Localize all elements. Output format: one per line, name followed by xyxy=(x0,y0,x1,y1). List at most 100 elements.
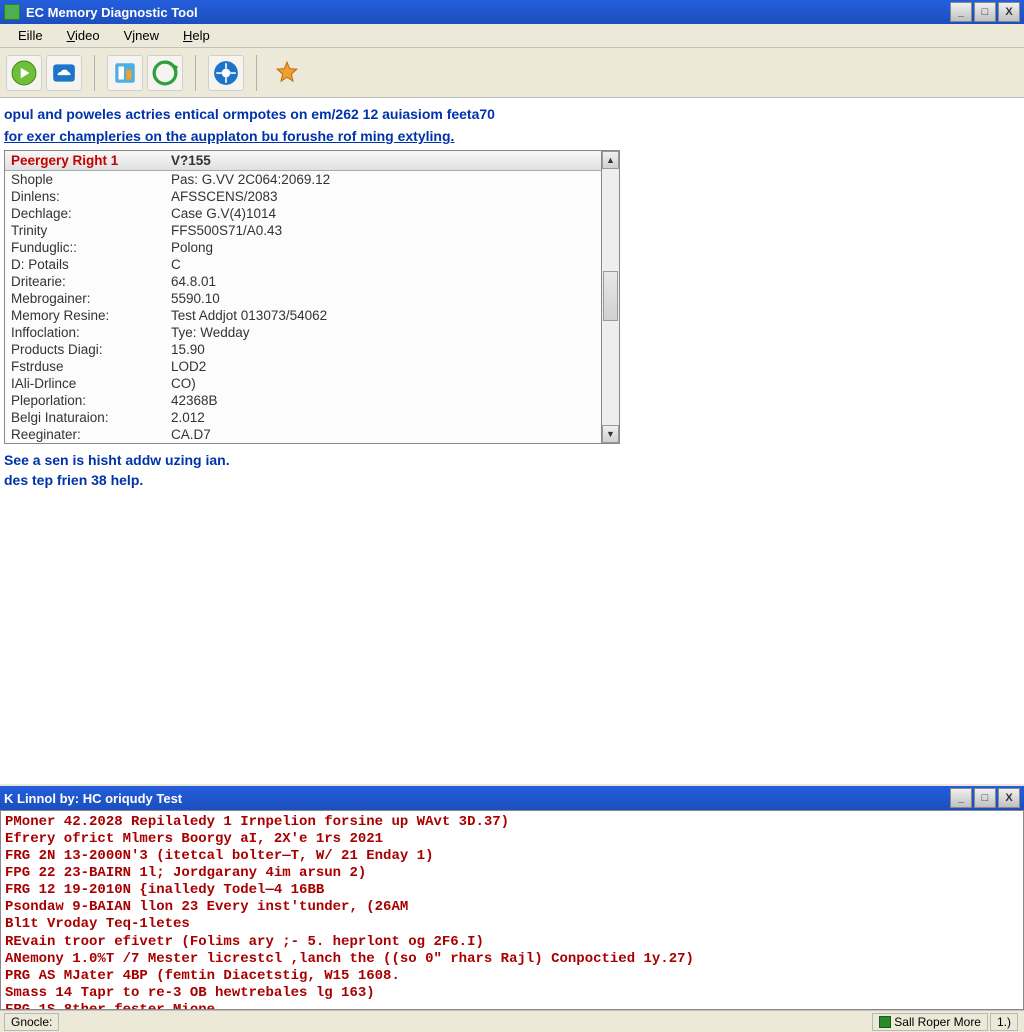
details-panel: Peergery Right 1 V?155 ShoplePas: G.VV 2… xyxy=(4,150,620,444)
detail-label: Mebrogainer: xyxy=(5,291,171,306)
details-scrollbar[interactable]: ▲ ▼ xyxy=(602,150,620,444)
detail-value: C xyxy=(171,257,601,272)
report-button[interactable] xyxy=(107,55,143,91)
details-row[interactable]: D: PotailsC xyxy=(5,256,601,273)
menu-view[interactable]: Vjnew xyxy=(112,26,171,45)
details-row[interactable]: Dinlens:AFSSCENS/2083 xyxy=(5,188,601,205)
details-row[interactable]: Funduglic::Polong xyxy=(5,239,601,256)
header-col1: Peergery Right 1 xyxy=(5,153,171,168)
detail-label: Reeginater: xyxy=(5,427,171,442)
menu-file[interactable]: Eille xyxy=(6,26,55,45)
detail-label: Fstrduse xyxy=(5,359,171,374)
window-controls: _ □ X xyxy=(950,2,1020,22)
detail-value: CO) xyxy=(171,376,601,391)
detail-label: D: Potails xyxy=(5,257,171,272)
detail-value: 64.8.01 xyxy=(171,274,601,289)
detail-label: Shople xyxy=(5,172,171,187)
details-row[interactable]: Dechlage:Case G.V(4)1014 xyxy=(5,205,601,222)
details-row[interactable]: Mebrogainer:5590.10 xyxy=(5,290,601,307)
console-titlebar: K Linnol by: HC oriqudy Test _ □ X xyxy=(0,786,1024,810)
menu-video[interactable]: Video xyxy=(55,26,112,45)
scan-button[interactable] xyxy=(208,55,244,91)
scroll-track[interactable] xyxy=(602,169,619,425)
detail-value: 2.012 xyxy=(171,410,601,425)
star-icon xyxy=(274,60,300,86)
detail-value: Tye: Wedday xyxy=(171,325,601,340)
note-line-2: des tep frien 38 help. xyxy=(4,472,1020,488)
details-row[interactable]: Reeginater:CA.D7 xyxy=(5,426,601,443)
detail-label: Dechlage: xyxy=(5,206,171,221)
header-col2: V?155 xyxy=(171,153,601,168)
close-button[interactable]: X xyxy=(998,2,1020,22)
detail-label: Pleporlation: xyxy=(5,393,171,408)
detail-label: Trinity xyxy=(5,223,171,238)
status-left: Gnocle: xyxy=(4,1013,59,1031)
maximize-button[interactable]: □ xyxy=(974,2,996,22)
details-row[interactable]: Products Diagi:15.90 xyxy=(5,341,601,358)
detail-label: Inffoclation: xyxy=(5,325,171,340)
detail-label: Dritearie: xyxy=(5,274,171,289)
app-icon xyxy=(4,4,20,20)
scroll-down-button[interactable]: ▼ xyxy=(602,425,619,443)
menubar: Eille Video Vjnew Help xyxy=(0,24,1024,48)
refresh-button[interactable] xyxy=(147,55,183,91)
main-titlebar: EC Memory Diagnostic Tool _ □ X xyxy=(0,0,1024,24)
toolbar xyxy=(0,48,1024,98)
detail-label: Belgi Inaturaion: xyxy=(5,410,171,425)
details-header[interactable]: Peergery Right 1 V?155 xyxy=(5,151,601,171)
favorite-button[interactable] xyxy=(269,55,305,91)
cloud-icon xyxy=(51,60,77,86)
detail-value: 42368B xyxy=(171,393,601,408)
detail-value: AFSSCENS/2083 xyxy=(171,189,601,204)
status-text: Sall Roper More xyxy=(894,1015,981,1029)
scroll-up-button[interactable]: ▲ xyxy=(602,151,619,169)
info-line-1: opul and poweles actries entical ormpote… xyxy=(4,106,1020,122)
status-ok-icon xyxy=(879,1016,891,1028)
console-title: K Linnol by: HC oriqudy Test xyxy=(4,791,950,806)
info-line-2: for exer champleries on the aupplaton bu… xyxy=(4,128,1020,144)
details-list: Peergery Right 1 V?155 ShoplePas: G.VV 2… xyxy=(4,150,602,444)
report-icon xyxy=(112,60,138,86)
detail-label: Memory Resine: xyxy=(5,308,171,323)
statusbar: Gnocle: Sall Roper More 1.) xyxy=(0,1010,1024,1032)
detail-label: Products Diagi: xyxy=(5,342,171,357)
detail-value: LOD2 xyxy=(171,359,601,374)
details-row[interactable]: Pleporlation:42368B xyxy=(5,392,601,409)
detail-value: Polong xyxy=(171,240,601,255)
details-row[interactable]: IAli-DrlinceCO) xyxy=(5,375,601,392)
menu-help[interactable]: Help xyxy=(171,26,222,45)
detail-value: Case G.V(4)1014 xyxy=(171,206,601,221)
console-maximize-button[interactable]: □ xyxy=(974,788,996,808)
scroll-thumb[interactable] xyxy=(603,271,618,321)
details-row[interactable]: Inffoclation:Tye: Wedday xyxy=(5,324,601,341)
detail-value: CA.D7 xyxy=(171,427,601,442)
details-row[interactable]: Memory Resine:Test Addjot 013073/54062 xyxy=(5,307,601,324)
detail-value: Pas: G.VV 2C064:2069.12 xyxy=(171,172,601,187)
details-row[interactable]: ShoplePas: G.VV 2C064:2069.12 xyxy=(5,171,601,188)
detail-label: IAli-Drlince xyxy=(5,376,171,391)
console-minimize-button[interactable]: _ xyxy=(950,788,972,808)
note-line-1: See a sen is hisht addw uzing ian. xyxy=(4,452,1020,468)
play-icon xyxy=(11,60,37,86)
cloud-button[interactable] xyxy=(46,55,82,91)
console-close-button[interactable]: X xyxy=(998,788,1020,808)
details-row[interactable]: Belgi Inaturaion:2.012 xyxy=(5,409,601,426)
detail-value: FFS500S71/A0.43 xyxy=(171,223,601,238)
console-window: K Linnol by: HC oriqudy Test _ □ X PMone… xyxy=(0,786,1024,1010)
refresh-icon xyxy=(152,60,178,86)
window-title: EC Memory Diagnostic Tool xyxy=(26,5,950,20)
detail-label: Funduglic:: xyxy=(5,240,171,255)
status-page: 1.) xyxy=(990,1013,1018,1031)
detail-value: 15.90 xyxy=(171,342,601,357)
details-row[interactable]: Dritearie:64.8.01 xyxy=(5,273,601,290)
detail-label: Dinlens: xyxy=(5,189,171,204)
details-row[interactable]: FstrduseLOD2 xyxy=(5,358,601,375)
details-row[interactable]: TrinityFFS500S71/A0.43 xyxy=(5,222,601,239)
play-button[interactable] xyxy=(6,55,42,91)
console-output[interactable]: PMoner 42.2028 Repilaledy 1 Irnpelion fo… xyxy=(0,810,1024,1010)
minimize-button[interactable]: _ xyxy=(950,2,972,22)
detail-value: 5590.10 xyxy=(171,291,601,306)
detail-value: Test Addjot 013073/54062 xyxy=(171,308,601,323)
scan-icon xyxy=(213,60,239,86)
status-indicator: Sall Roper More xyxy=(872,1013,988,1031)
